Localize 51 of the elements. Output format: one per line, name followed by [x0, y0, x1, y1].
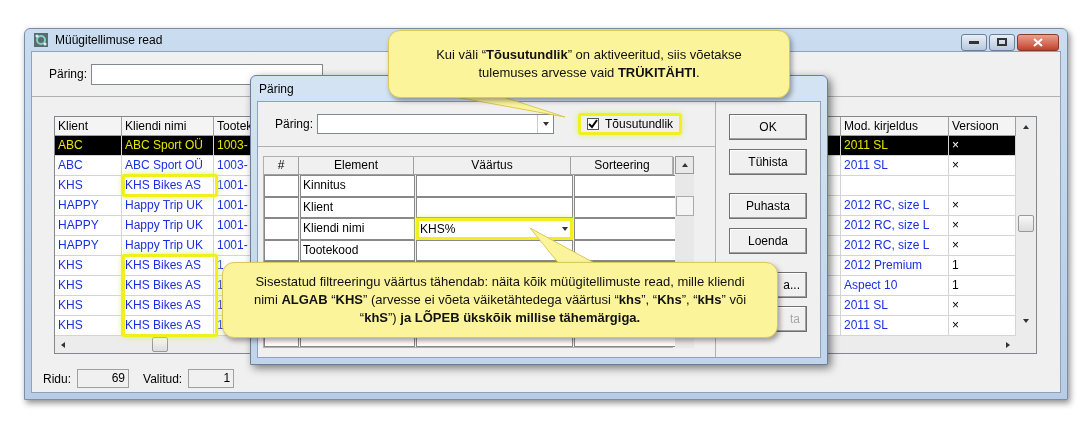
- grid-cell[interactable]: [416, 175, 573, 197]
- value-dropdown[interactable]: KHS%: [416, 218, 573, 240]
- scroll-thumb[interactable]: [675, 196, 694, 216]
- maximize-icon: [997, 38, 1007, 46]
- rows-count-field: 69: [77, 369, 129, 388]
- minimize-icon: [969, 40, 979, 44]
- dialog-button[interactable]: Tühista: [729, 149, 807, 175]
- grid-cell[interactable]: [264, 239, 299, 261]
- grid-cell[interactable]: [416, 196, 573, 218]
- scroll-left-icon[interactable]: [59, 340, 67, 349]
- grid-cell[interactable]: [264, 175, 299, 197]
- selected-label: Valitud:: [143, 370, 183, 388]
- query-label: Päring:: [275, 116, 314, 133]
- scroll-up-icon[interactable]: [680, 161, 689, 169]
- maximize-button[interactable]: [989, 33, 1015, 51]
- minimize-button[interactable]: [961, 33, 987, 51]
- grid-cell[interactable]: Tootekood: [300, 239, 415, 261]
- rows-label: Ridu:: [43, 370, 71, 388]
- dialog-button[interactable]: OK: [729, 114, 807, 140]
- grid-cell[interactable]: Kinnitus: [300, 175, 415, 197]
- checkmark-icon: [588, 119, 599, 129]
- grid-cell[interactable]: [264, 218, 299, 240]
- grid-cell[interactable]: [574, 175, 677, 197]
- scroll-right-icon[interactable]: [1004, 340, 1012, 349]
- close-icon: [1033, 37, 1043, 47]
- scroll-thumb[interactable]: [152, 337, 168, 352]
- vertical-scrollbar[interactable]: [1016, 117, 1036, 353]
- close-button[interactable]: [1017, 33, 1059, 51]
- window-title: Müügitellimuse read: [55, 32, 163, 49]
- dropdown-arrow-icon[interactable]: [541, 120, 550, 128]
- table-cell: KHS Bikes AS: [122, 316, 214, 336]
- callout-text: Kui väli “Tõusutundlik” on aktiveeritud, siis võetakse tulemuses arvesse vaid TRÜKITÄHTI.: [435, 46, 743, 82]
- grid-cell[interactable]: [574, 218, 677, 240]
- query-dropdown[interactable]: [317, 114, 555, 134]
- table-cell: ABC Sport OÜ: [122, 156, 214, 176]
- grid-cell[interactable]: Kliendi nimi: [300, 218, 415, 240]
- dialog-title: Päring: [259, 80, 294, 98]
- selected-count-field: 1: [188, 369, 235, 388]
- table-cell: KHS Bikes AS: [122, 176, 214, 196]
- scroll-thumb[interactable]: [1018, 215, 1034, 232]
- query-label: Päring:: [49, 66, 88, 83]
- dialog-button[interactable]: Puhasta: [729, 193, 807, 219]
- scroll-down-icon[interactable]: [1022, 317, 1030, 325]
- dropdown-arrow-icon[interactable]: [561, 224, 569, 233]
- app-icon: [33, 32, 49, 48]
- case-sensitive-checkbox[interactable]: Tõusutundlik: [578, 113, 683, 135]
- table-cell: Happy Trip UK: [122, 236, 214, 256]
- scroll-up-icon[interactable]: [1022, 123, 1030, 131]
- dialog-button[interactable]: Loenda: [729, 228, 807, 254]
- grid-cell[interactable]: Klient: [300, 196, 415, 218]
- grid-cell[interactable]: [264, 196, 299, 218]
